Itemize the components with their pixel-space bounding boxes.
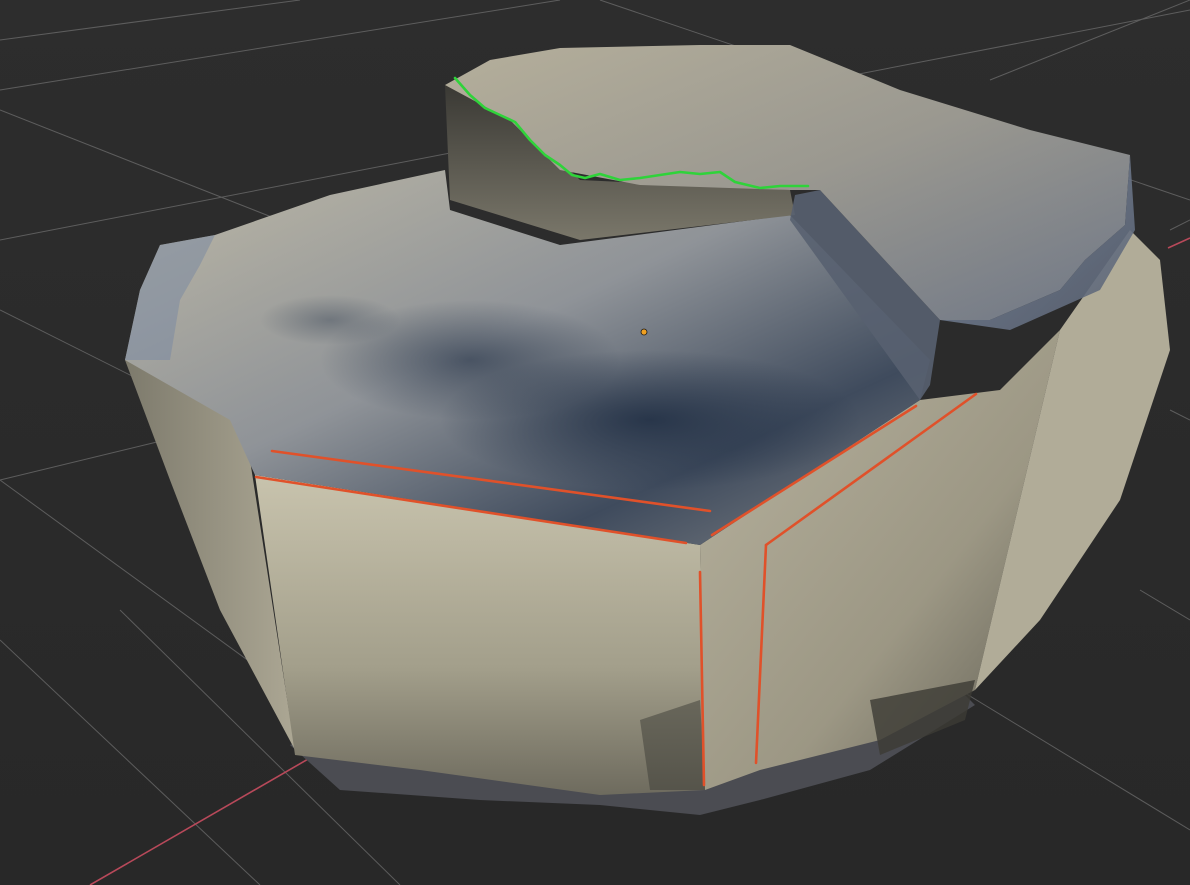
viewport-canvas[interactable] xyxy=(0,0,1190,885)
top-shadow-small xyxy=(260,295,400,345)
origin-dot[interactable] xyxy=(640,328,648,336)
3d-viewport[interactable] xyxy=(0,0,1190,885)
